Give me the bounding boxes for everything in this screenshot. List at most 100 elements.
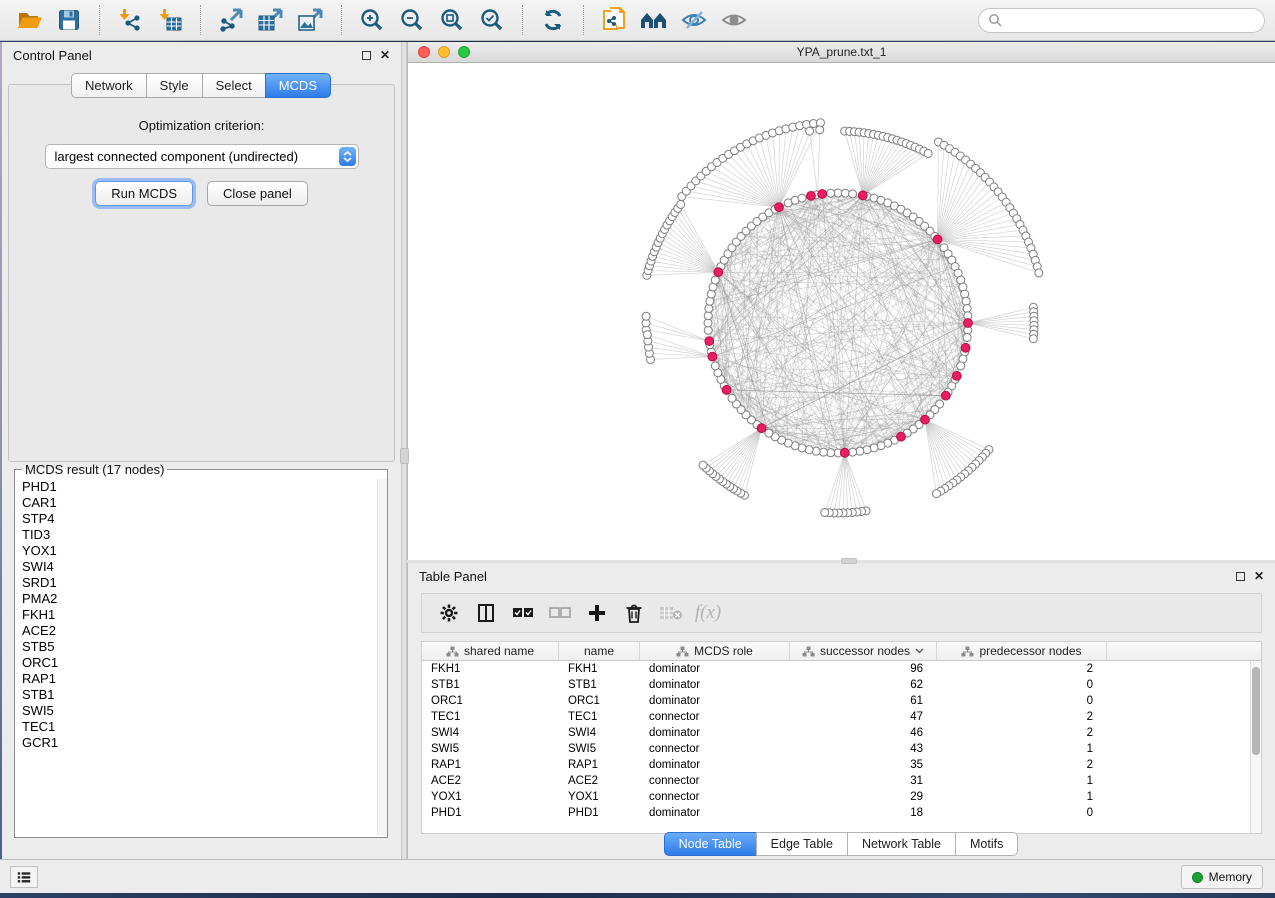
cell-name[interactable]: RAP1 [559, 759, 640, 771]
graph-node[interactable] [897, 432, 906, 441]
cell-mcds_role[interactable]: connector [640, 791, 790, 803]
cell-predecessor_nodes[interactable]: 2 [937, 759, 1107, 771]
cell-mcds_role[interactable]: dominator [640, 679, 790, 691]
cell-shared_name[interactable]: TEC1 [422, 711, 559, 723]
search-input[interactable] [1007, 12, 1255, 28]
graph-node[interactable] [711, 276, 719, 284]
cell-shared_name[interactable]: YOX1 [422, 791, 559, 803]
mcds-result-item[interactable]: STP4 [22, 511, 387, 527]
export-network-button[interactable] [212, 3, 250, 37]
window-minimize-icon[interactable] [438, 46, 450, 58]
graph-node[interactable] [708, 352, 717, 361]
table-row[interactable]: ACE2ACE2connector311 [422, 773, 1261, 789]
cell-name[interactable]: ORC1 [559, 695, 640, 707]
cell-mcds_role[interactable]: connector [640, 711, 790, 723]
cell-shared_name[interactable]: FKH1 [422, 663, 559, 675]
cell-mcds_role[interactable]: dominator [640, 695, 790, 707]
graph-node[interactable] [711, 362, 719, 370]
graph-node[interactable] [933, 490, 941, 498]
status-menu-button[interactable] [10, 866, 38, 888]
table-row[interactable]: STB1STB1dominator620 [422, 677, 1261, 693]
graph-node[interactable] [818, 190, 827, 199]
cell-mcds_role[interactable]: connector [640, 743, 790, 755]
mcds-result-list[interactable]: PHD1CAR1STP4TID3YOX1SWI4SRD1PMA2FKH1ACE2… [22, 479, 387, 835]
graph-node[interactable] [841, 189, 849, 197]
cell-successor_nodes[interactable]: 46 [790, 727, 937, 739]
graph-node[interactable] [642, 312, 650, 320]
float-window-icon[interactable] [362, 51, 371, 60]
cell-successor_nodes[interactable]: 62 [790, 679, 937, 691]
graph-node[interactable] [827, 189, 835, 197]
graph-node[interactable] [924, 149, 932, 157]
graph-node[interactable] [961, 343, 970, 352]
graph-node[interactable] [840, 448, 849, 457]
import-network-button[interactable] [111, 3, 149, 37]
cell-successor_nodes[interactable]: 96 [790, 663, 937, 675]
cell-successor_nodes[interactable]: 31 [790, 775, 937, 787]
cell-predecessor_nodes[interactable]: 0 [937, 807, 1107, 819]
cell-mcds_role[interactable]: dominator [640, 727, 790, 739]
cell-predecessor_nodes[interactable]: 0 [937, 695, 1107, 707]
zoom-in-button[interactable] [353, 3, 391, 37]
mcds-result-item[interactable]: TEC1 [22, 719, 387, 735]
close-panel-button[interactable]: Close panel [207, 181, 308, 206]
delete-table-button[interactable] [656, 598, 686, 628]
cell-mcds_role[interactable]: dominator [640, 759, 790, 771]
mcds-result-item[interactable]: PMA2 [22, 591, 387, 607]
refresh-button[interactable] [534, 3, 572, 37]
save-session-button[interactable] [50, 3, 88, 37]
graph-node[interactable] [933, 235, 942, 244]
graph-node[interactable] [643, 331, 651, 339]
mcds-result-item[interactable]: SRD1 [22, 575, 387, 591]
run-mcds-button[interactable]: Run MCDS [95, 181, 193, 206]
tab-network-table[interactable]: Network Table [847, 832, 956, 856]
column-header-shared-name[interactable]: shared name [422, 642, 559, 660]
mcds-result-item[interactable]: FKH1 [22, 607, 387, 623]
cell-successor_nodes[interactable]: 18 [790, 807, 937, 819]
memory-button[interactable]: Memory [1181, 865, 1263, 889]
cell-shared_name[interactable]: PHD1 [422, 807, 559, 819]
cell-successor_nodes[interactable]: 61 [790, 695, 937, 707]
cell-name[interactable]: TEC1 [559, 711, 640, 723]
cell-mcds_role[interactable]: dominator [640, 663, 790, 675]
cell-mcds_role[interactable]: connector [640, 775, 790, 787]
graph-node[interactable] [722, 386, 731, 395]
cell-name[interactable]: FKH1 [559, 663, 640, 675]
cell-shared_name[interactable]: SWI4 [422, 727, 559, 739]
cell-predecessor_nodes[interactable]: 1 [937, 791, 1107, 803]
column-header-MCDS-role[interactable]: MCDS role [640, 642, 790, 660]
tab-edge-table[interactable]: Edge Table [756, 832, 848, 856]
cell-name[interactable]: ACE2 [559, 775, 640, 787]
table-row[interactable]: SWI4SWI4dominator462 [422, 725, 1261, 741]
network-graph[interactable] [408, 63, 1275, 560]
mcds-result-item[interactable]: ORC1 [22, 655, 387, 671]
mcds-result-item[interactable]: SWI4 [22, 559, 387, 575]
tab-select[interactable]: Select [202, 73, 266, 98]
table-settings-button[interactable] [434, 598, 464, 628]
graph-node[interactable] [952, 371, 961, 380]
graph-node[interactable] [775, 203, 784, 212]
table-row[interactable]: TEC1TEC1connector472 [422, 709, 1261, 725]
cell-mcds_role[interactable]: dominator [640, 807, 790, 819]
mcds-result-item[interactable]: SWI5 [22, 703, 387, 719]
graph-node[interactable] [921, 415, 930, 424]
window-close-icon[interactable] [418, 46, 430, 58]
scrollbar-thumb[interactable] [1252, 667, 1260, 755]
graph-node[interactable] [821, 509, 829, 517]
vertical-split-divider[interactable] [401, 42, 407, 859]
close-panel-icon[interactable]: ✕ [380, 51, 390, 60]
mcds-result-item[interactable]: RAP1 [22, 671, 387, 687]
cell-predecessor_nodes[interactable]: 2 [937, 663, 1107, 675]
cell-name[interactable]: YOX1 [559, 791, 640, 803]
graph-node[interactable] [706, 297, 714, 305]
table-row[interactable]: RAP1RAP1dominator352 [422, 757, 1261, 773]
tab-style[interactable]: Style [146, 73, 203, 98]
column-header-predecessor-nodes[interactable]: predecessor nodes [937, 642, 1107, 660]
cell-name[interactable]: PHD1 [559, 807, 640, 819]
delete-column-button[interactable] [619, 598, 649, 628]
mcds-result-item[interactable]: STB5 [22, 639, 387, 655]
graph-node[interactable] [964, 319, 973, 328]
graph-node[interactable] [1029, 335, 1037, 343]
graph-node[interactable] [714, 268, 723, 277]
cell-predecessor_nodes[interactable]: 0 [937, 679, 1107, 691]
